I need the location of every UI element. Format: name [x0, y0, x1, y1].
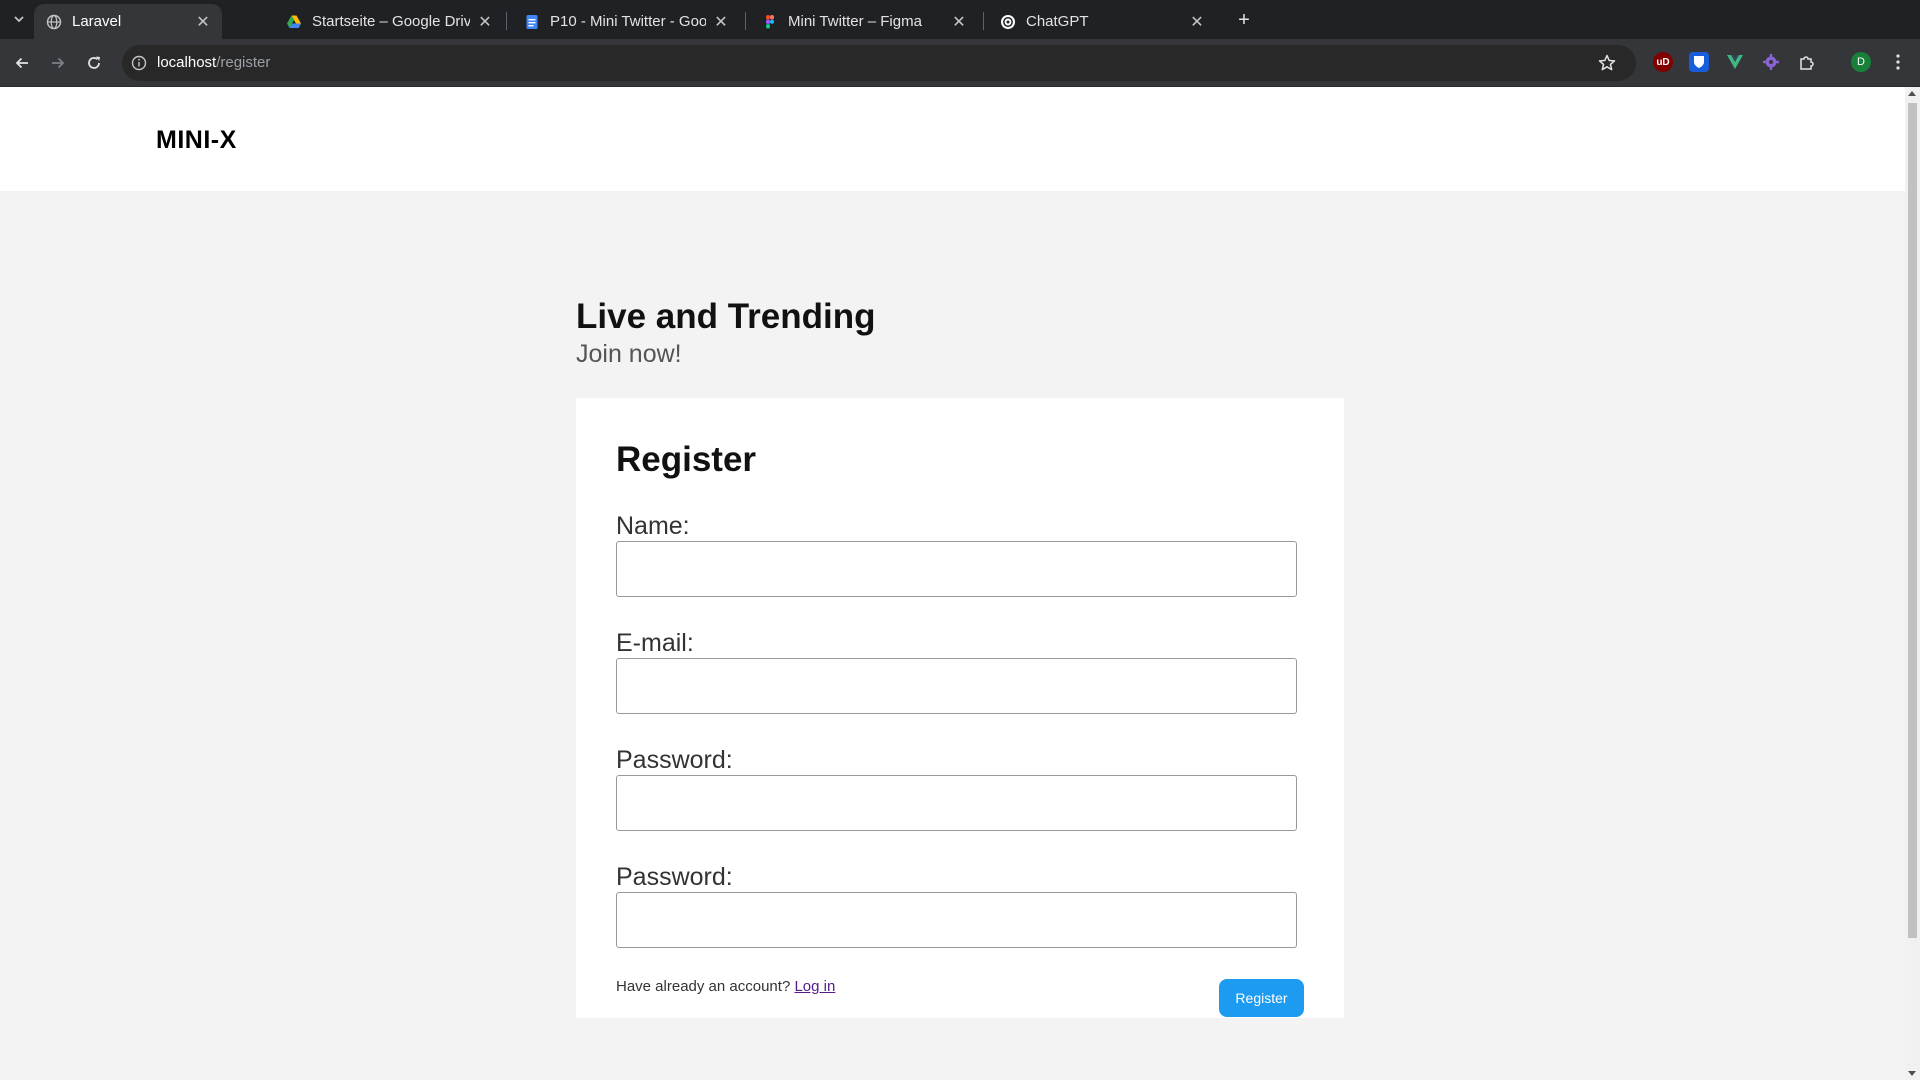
puzzle-icon[interactable] — [1797, 52, 1817, 72]
browser-toolbar: localhost/register uD D — [0, 39, 1920, 87]
more-menu-icon[interactable] — [1888, 52, 1908, 72]
hero-title: Live and Trending — [576, 297, 876, 336]
tab-chatgpt[interactable]: ChatGPT ✕ — [988, 4, 1216, 39]
tab-separator — [506, 12, 507, 30]
new-tab-plus-icon[interactable]: + — [1232, 8, 1256, 32]
extension-gear-icon[interactable] — [1761, 52, 1781, 72]
reload-icon[interactable] — [82, 51, 106, 75]
login-link[interactable]: Log in — [794, 978, 835, 995]
figma-icon — [762, 14, 778, 30]
scroll-up-arrow-icon[interactable] — [1908, 91, 1916, 96]
close-tab-icon[interactable]: ✕ — [1188, 13, 1206, 31]
url-text[interactable]: localhost/register — [157, 54, 270, 71]
bookmark-star-icon[interactable] — [1597, 53, 1617, 73]
tab-title: P10 - Mini Twitter - Goog — [550, 13, 706, 30]
tab-search-chevron-icon[interactable] — [8, 8, 30, 30]
site-info-icon[interactable] — [130, 54, 148, 72]
password-label: Password: — [616, 746, 733, 774]
back-arrow-icon[interactable] — [10, 51, 34, 75]
name-label: Name: — [616, 512, 690, 540]
page-viewport: MINI-X Live and Trending Join now! Regis… — [0, 87, 1905, 1080]
chatgpt-icon — [1000, 14, 1016, 30]
password-confirm-input[interactable] — [616, 892, 1297, 948]
tab-google-docs[interactable]: P10 - Mini Twitter - Goog ✕ — [512, 4, 740, 39]
password-input[interactable] — [616, 775, 1297, 831]
email-input[interactable] — [616, 658, 1297, 714]
scroll-down-arrow-icon[interactable] — [1908, 1071, 1916, 1076]
site-header: MINI-X — [0, 87, 1905, 191]
tab-figma[interactable]: Mini Twitter – Figma ✕ — [750, 4, 978, 39]
browser-tab-bar: Laravel ✕ Startseite – Google Drive ✕ P1… — [0, 0, 1920, 39]
hero-subtitle: Join now! — [576, 340, 682, 368]
tab-title: Mini Twitter – Figma — [788, 13, 922, 30]
address-bar[interactable]: localhost/register — [122, 45, 1636, 81]
close-tab-icon[interactable]: ✕ — [950, 13, 968, 31]
google-docs-icon — [524, 14, 540, 30]
scrollbar-thumb[interactable] — [1908, 103, 1917, 938]
profile-avatar[interactable]: D — [1851, 52, 1871, 72]
bitwarden-icon[interactable] — [1689, 52, 1709, 72]
form-heading: Register — [616, 440, 757, 479]
google-drive-icon — [286, 14, 302, 30]
password-confirm-label: Password: — [616, 863, 733, 891]
forward-arrow-icon[interactable] — [46, 51, 70, 75]
tab-title: ChatGPT — [1026, 13, 1089, 30]
site-logo[interactable]: MINI-X — [156, 126, 237, 155]
name-input[interactable] — [616, 541, 1297, 597]
page-scrollbar[interactable] — [1905, 87, 1920, 1080]
ublock-icon[interactable]: uD — [1653, 52, 1673, 72]
tab-google-drive[interactable]: Startseite – Google Drive ✕ — [274, 4, 504, 39]
close-tab-icon[interactable]: ✕ — [194, 13, 212, 31]
close-tab-icon[interactable]: ✕ — [476, 13, 494, 31]
tab-separator — [983, 12, 984, 30]
vue-devtools-icon[interactable] — [1725, 52, 1745, 72]
register-button[interactable]: Register — [1219, 979, 1304, 1017]
login-prompt: Have already an account? Log in — [616, 978, 835, 995]
tab-separator — [745, 12, 746, 30]
globe-icon — [46, 14, 62, 30]
url-path: /register — [216, 54, 271, 71]
tab-title: Startseite – Google Drive — [312, 13, 470, 30]
tab-title: Laravel — [72, 13, 122, 30]
tab-laravel[interactable]: Laravel ✕ — [34, 4, 222, 39]
close-tab-icon[interactable]: ✕ — [712, 13, 730, 31]
register-card: Register Name: E-mail: Password: Passwor… — [576, 398, 1344, 1018]
login-prompt-text: Have already an account? — [616, 978, 791, 995]
email-label: E-mail: — [616, 629, 694, 657]
url-host: localhost — [157, 54, 217, 71]
